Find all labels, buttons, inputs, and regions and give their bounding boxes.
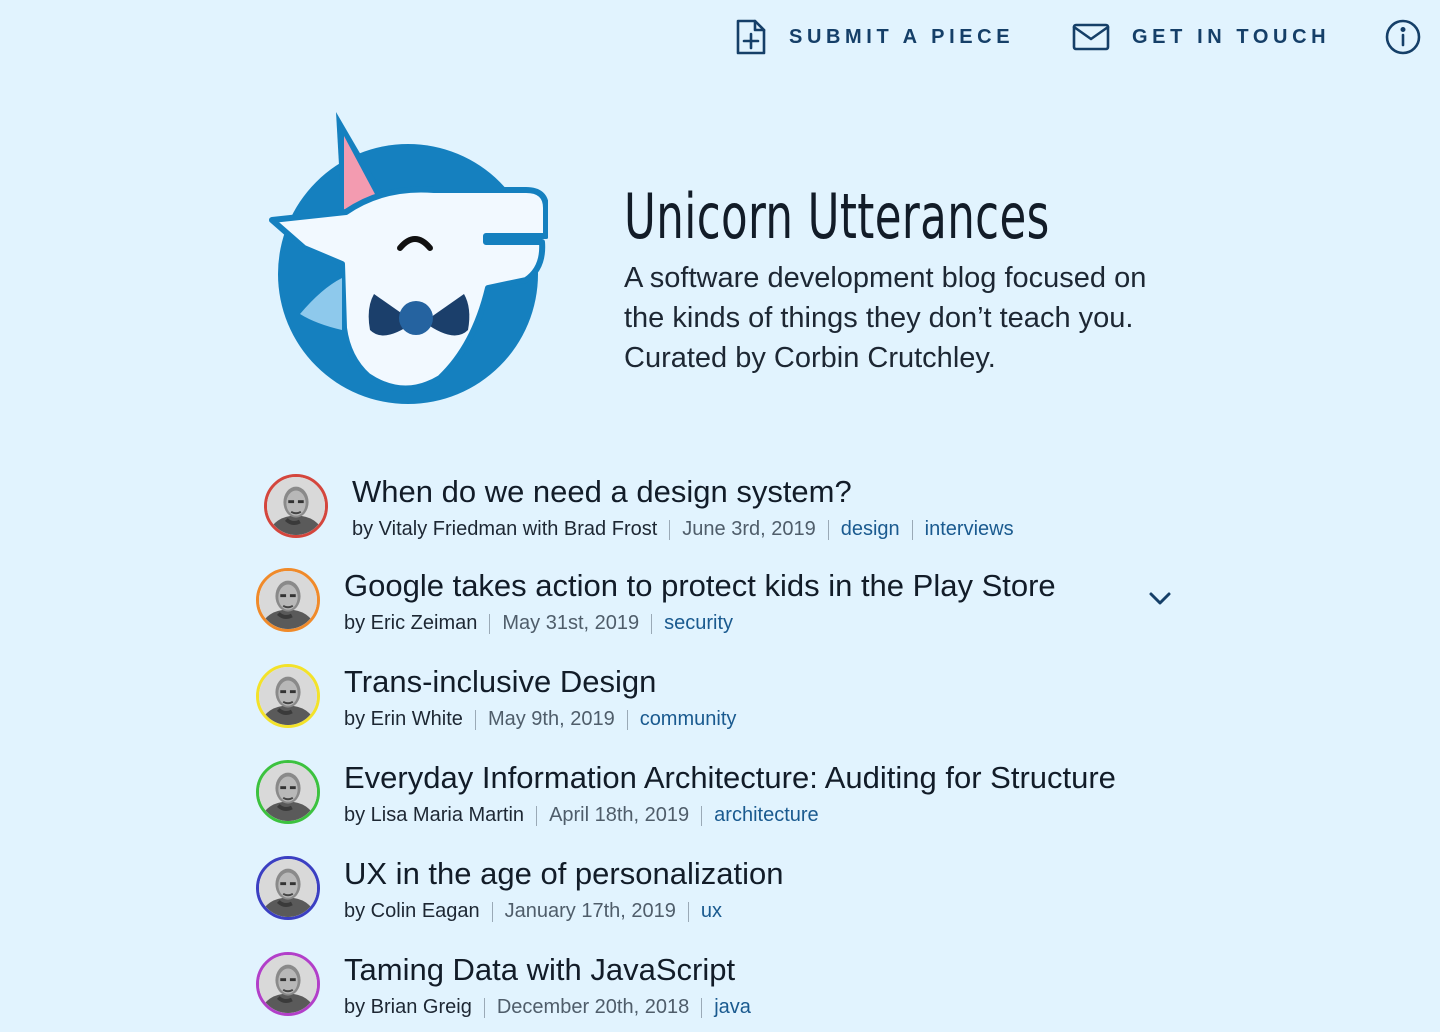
post-meta: by Lisa Maria Martin April 18th, 2019 arch… bbox=[344, 804, 819, 827]
author-avatar[interactable] bbox=[256, 760, 320, 824]
post-item[interactable]: UX in the age of personalization by Colin… bbox=[256, 856, 1196, 936]
post-item[interactable]: When do we need a design system? by Vital… bbox=[264, 474, 1204, 554]
post-title[interactable]: UX in the age of personalization bbox=[344, 856, 783, 892]
post-meta: by Erin White May 9th, 2019 community bbox=[344, 708, 736, 731]
post-date: May 9th, 2019 bbox=[487, 708, 615, 730]
author-avatar[interactable] bbox=[256, 568, 320, 632]
top-nav: SUBMIT A PIECE GET IN TOUCH bbox=[0, 0, 1440, 74]
meta-divider bbox=[911, 519, 913, 540]
post-tag[interactable]: ux bbox=[701, 900, 722, 923]
post-author[interactable]: by Lisa Maria Martin bbox=[344, 804, 524, 827]
post-author[interactable]: by Brian Greig bbox=[344, 996, 472, 1019]
meta-divider bbox=[687, 901, 689, 922]
site-description: A software development blog focused on t… bbox=[624, 262, 1147, 374]
author-avatar[interactable] bbox=[256, 664, 320, 728]
post-tag[interactable]: java bbox=[714, 996, 751, 1019]
post-meta: by Colin Eagan January 17th, 2019 ux bbox=[344, 900, 722, 923]
post-date: January 17th, 2019 bbox=[504, 900, 676, 922]
post-meta: by Vitaly Friedman with Brad Frost June 3… bbox=[352, 518, 1014, 541]
post-tag[interactable]: design bbox=[841, 518, 900, 541]
post-title[interactable]: Taming Data with JavaScript bbox=[344, 952, 735, 988]
post-meta: by Eric Zeiman May 31st, 2019 security bbox=[344, 612, 733, 635]
submit-piece-label: SUBMIT A PIECE bbox=[789, 25, 1015, 48]
meta-divider bbox=[474, 709, 476, 730]
post-item[interactable]: Taming Data with JavaScript by Brian Grei… bbox=[256, 952, 1196, 1032]
submit-piece-link[interactable]: SUBMIT A PIECE bbox=[735, 18, 1014, 56]
meta-divider bbox=[626, 709, 628, 730]
post-author[interactable]: by Eric Zeiman bbox=[344, 612, 477, 635]
hero: Unicorn Utterances A software developmen… bbox=[264, 108, 1184, 408]
post-item[interactable]: Trans-inclusive Design by Erin White May 9… bbox=[256, 664, 1196, 744]
post-tag[interactable]: security bbox=[664, 612, 733, 635]
author-avatar[interactable] bbox=[256, 856, 320, 920]
post-title[interactable]: When do we need a design system? bbox=[352, 474, 852, 510]
file-plus-icon bbox=[735, 19, 767, 55]
get-in-touch-link[interactable]: GET IN TOUCH bbox=[1072, 18, 1330, 56]
post-date: December 20th, 2018 bbox=[496, 996, 690, 1018]
meta-divider bbox=[701, 997, 703, 1018]
post-date: May 31st, 2019 bbox=[502, 612, 640, 634]
post-tag[interactable]: architecture bbox=[714, 804, 819, 827]
meta-divider bbox=[827, 519, 829, 540]
post-item[interactable]: Everyday Information Architecture: Audit… bbox=[256, 760, 1196, 840]
chevron-down-icon[interactable] bbox=[1146, 588, 1174, 608]
site-title: Unicorn Utterances bbox=[624, 180, 1050, 253]
post-date: June 3rd, 2019 bbox=[682, 518, 816, 540]
meta-divider bbox=[483, 997, 485, 1018]
info-icon[interactable] bbox=[1384, 18, 1422, 56]
meta-divider bbox=[651, 613, 653, 634]
meta-divider bbox=[491, 901, 493, 922]
post-tag[interactable]: community bbox=[640, 708, 737, 731]
post-title[interactable]: Google takes action to protect kids in t… bbox=[344, 568, 1056, 604]
meta-divider bbox=[536, 805, 538, 826]
get-in-touch-label: GET IN TOUCH bbox=[1132, 25, 1331, 48]
mail-icon bbox=[1072, 22, 1110, 52]
post-title[interactable]: Trans-inclusive Design bbox=[344, 664, 656, 700]
post-author[interactable]: by Erin White bbox=[344, 708, 463, 731]
post-meta: by Brian Greig December 20th, 2018 java bbox=[344, 996, 751, 1019]
post-tag[interactable]: interviews bbox=[925, 518, 1014, 541]
author-avatar[interactable] bbox=[256, 952, 320, 1016]
meta-divider bbox=[669, 519, 671, 540]
post-date: April 18th, 2019 bbox=[549, 804, 690, 826]
post-title[interactable]: Everyday Information Architecture: Audit… bbox=[344, 760, 1116, 796]
unicorn-logo[interactable] bbox=[264, 108, 549, 406]
post-item[interactable]: Google takes action to protect kids in t… bbox=[256, 568, 1196, 648]
post-author[interactable]: by Colin Eagan bbox=[344, 900, 480, 923]
post-author[interactable]: by Vitaly Friedman with Brad Frost bbox=[352, 518, 657, 541]
meta-divider bbox=[489, 613, 491, 634]
meta-divider bbox=[701, 805, 703, 826]
author-avatar[interactable] bbox=[264, 474, 328, 538]
